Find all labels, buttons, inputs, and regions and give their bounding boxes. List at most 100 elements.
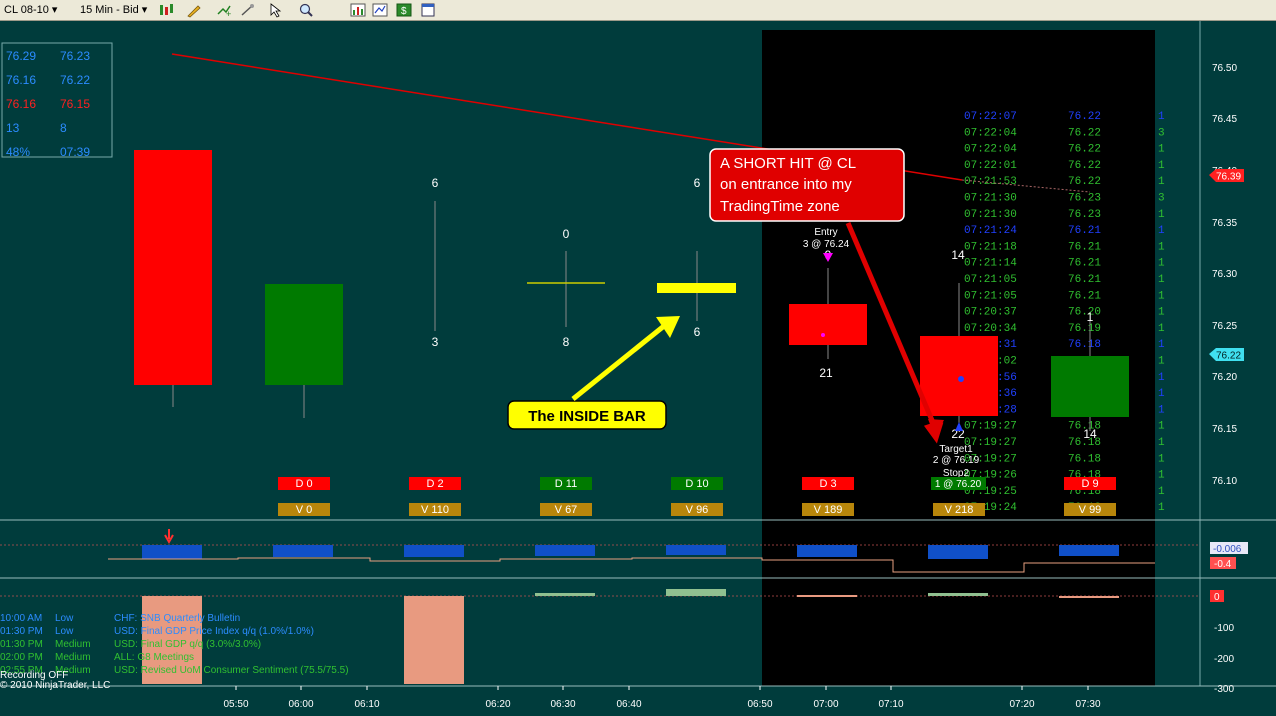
bar-count-label: 0 [563,227,570,241]
tape-time: 07:20:37 [964,307,1017,319]
inside-bar-arrow-icon [571,324,666,401]
news-impact: Medium [55,639,91,650]
news-time: 02:00 PM [0,652,43,663]
indicator-bar [404,545,464,557]
dollar-icon[interactable]: $ [396,2,412,18]
add-indicator-icon[interactable]: + [216,2,232,18]
indicator-badge: -0.4 [1214,559,1232,570]
price-tick: 76.30 [1212,269,1237,280]
news-text: USD: Final GDP q/q (3.0%/3.0%) [114,639,261,650]
price-chart[interactable]: 76.50 76.45 76.40 76.35 76.30 76.25 76.2… [0,21,1276,716]
tape-price: 76.21 [1068,290,1101,302]
tape-price: 76.19 [1068,323,1101,335]
indicator-badge: -0.006 [1213,544,1242,555]
tape-size: 1 [1158,290,1165,302]
short-hit-callout: A SHORT HIT @ CL on entrance into my Tra… [709,148,905,222]
bar-count-label: 6 [432,176,439,190]
indicator-tick: -100 [1214,623,1234,634]
interval-selector[interactable]: 15 Min - Bid ▾ [80,2,147,18]
instrument-selector[interactable]: CL 08-10 ▾ [4,2,57,18]
delta-badge-text: D 11 [555,478,577,490]
info-value: 13 [6,121,20,135]
time-tick: 06:50 [747,699,772,710]
properties-icon[interactable] [420,2,436,18]
tape-price: 76.23 [1068,209,1101,221]
tape-size: 1 [1158,209,1165,221]
tape-size: 1 [1158,160,1165,172]
callout-line: A SHORT HIT @ CL [720,155,856,172]
info-value: 76.16 [6,73,36,87]
tape-size: 1 [1158,307,1165,319]
target-detail: 2 @ 76.19 [933,455,980,466]
indicator-bar [1059,545,1119,556]
target-label: Target1 [939,444,973,455]
data-box-icon[interactable] [350,2,366,18]
info-value: 76.29 [6,49,36,63]
tape-size: 1 [1158,258,1165,270]
tape-size: 1 [1158,502,1165,514]
bar-count-label: 6 [694,176,701,190]
bar-count-label: 14 [1083,427,1097,441]
candle-inside-bar [657,251,736,321]
candle [265,284,343,418]
tape-price: 76.22 [1068,160,1101,172]
tape-size: 1 [1158,225,1165,237]
time-tick: 06:30 [550,699,575,710]
chevron-down-icon: ▾ [141,4,148,16]
draw-pencil-icon[interactable] [186,2,202,18]
info-value: 76.16 [6,97,36,111]
tape-size: 1 [1158,144,1165,156]
info-box: 76.29 76.23 76.16 76.22 76.16 76.15 13 8… [1,42,113,159]
tape-size: 1 [1158,437,1165,449]
last-price-badge: 76.39 [1209,169,1244,183]
indicator-bar [928,545,988,559]
volume-badge-text: V 96 [686,504,709,516]
tape-time: 07:22:04 [964,144,1017,156]
bar-count-label: 8 [563,335,570,349]
info-value: 76.23 [60,49,90,63]
indicator-badge: 0 [1214,592,1220,603]
info-value: 48% [6,145,30,159]
tape-price: 76.18 [1068,453,1101,465]
tape-time: 07:21:14 [964,258,1017,270]
tape-time: 07:21:18 [964,241,1017,253]
copyright: © 2010 NinjaTrader, LLC [0,680,110,691]
time-tick: 06:20 [485,699,510,710]
time-tick: 07:30 [1075,699,1100,710]
current-price-badge-text: 76.22 [1216,351,1241,362]
bar-count-label: 21 [819,366,833,380]
indicator-bar [142,545,202,559]
tape-time: 07:22:04 [964,127,1017,139]
tape-price: 76.20 [1068,307,1101,319]
volume-badge-text: V 99 [1079,504,1102,516]
tape-size: 1 [1158,111,1165,123]
time-axis: 05:50 06:00 06:10 06:20 06:30 06:40 06:5… [223,686,1101,710]
magnifier-icon[interactable] [298,2,314,18]
tape-price: 76.22 [1068,144,1101,156]
news-impact: Low [55,613,74,624]
tape-size: 1 [1158,323,1165,335]
indicator-bar [535,545,595,556]
delta-badge-text: D 0 [295,478,312,490]
tape-size: 1 [1158,372,1165,384]
chart-style-icon[interactable] [372,2,388,18]
tape-size: 1 [1158,274,1165,286]
tape-time: 07:21:30 [964,209,1017,221]
time-tick: 06:00 [288,699,313,710]
bar-count-label: 6 [694,325,701,339]
volume-badge-text: V 0 [296,504,313,516]
cursor-icon[interactable] [268,2,284,18]
info-value: 8 [60,121,67,135]
zoom-icon[interactable] [240,2,256,18]
indicator-bar [273,545,333,557]
chevron-down-icon: ▾ [51,4,58,16]
price-tick: 76.20 [1212,372,1237,383]
entry-detail: 3 @ 76.24 [803,239,850,250]
tape-price: 76.22 [1068,111,1101,123]
tape-time: 07:22:01 [964,160,1017,172]
bars-type-icon[interactable] [158,2,174,18]
tape-time: 07:21:24 [964,225,1017,237]
news-text: USD: Revised UoM Consumer Sentiment (75.… [114,665,349,676]
fill-marker-icon [958,376,964,382]
svg-text:$: $ [401,6,407,17]
